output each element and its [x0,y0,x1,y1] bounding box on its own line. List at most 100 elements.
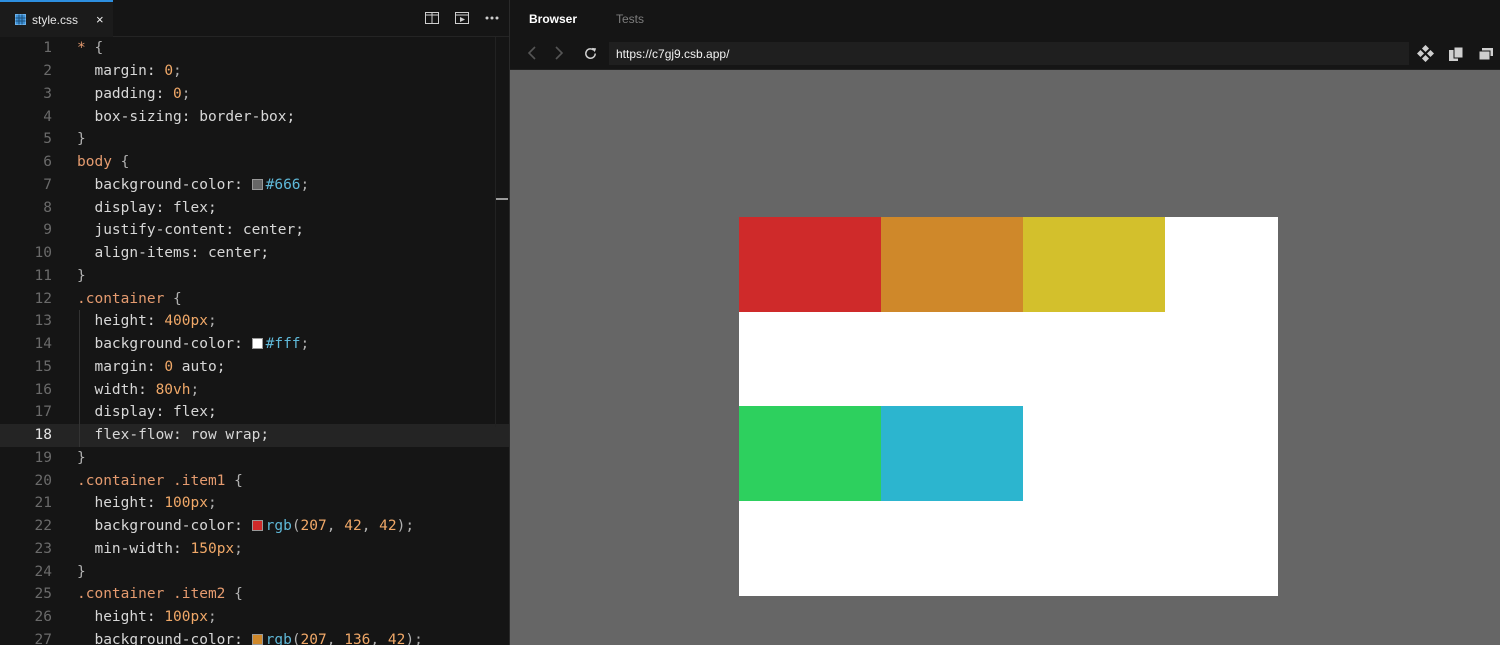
color-swatch[interactable] [251,338,263,350]
code-token: 42 [387,631,406,645]
copy-icon[interactable] [1447,45,1464,62]
code-line[interactable]: 18 flex-flow: row wrap; [0,423,509,447]
code-token: 207 [300,631,327,645]
more-icon[interactable] [483,10,501,26]
code-line[interactable]: 22 background-color: rgb(207, 42, 42); [0,515,509,538]
code-line[interactable]: 26 height: 100px; [0,606,509,629]
editor-scrollbar-marker[interactable] [496,198,508,200]
code-token: ; [181,85,191,102]
code-token: rgb [265,631,292,645]
code-token: } [77,267,86,284]
code-area[interactable]: 1 * {2 margin: 0; 3 padding: 0; 4 box-sizin… [0,37,509,645]
code-token: box-sizing: border-box; [77,108,296,125]
color-swatch[interactable] [251,633,263,645]
color-swatch[interactable] [251,520,263,532]
code-token: .container .item2 [77,586,235,603]
code-line[interactable]: 15 margin: 0 auto; [0,355,509,379]
code-line[interactable]: 3 padding: 0; [0,83,509,106]
forward-arrow-icon[interactable] [551,45,567,61]
split-view-icon[interactable] [423,10,441,26]
code-text: align-items: center; [52,245,269,261]
code-token: } [77,563,86,580]
tab-browser[interactable]: Browser [529,12,577,26]
code-line[interactable]: 13 height: 400px; [0,310,509,333]
address-bar [510,37,1500,70]
code-token: 150px [190,540,235,557]
reload-icon[interactable] [582,45,598,61]
line-number: 21 [34,495,52,512]
code-token: margin: [77,358,165,375]
code-token: 100px [164,609,208,626]
line-number: 14 [34,336,52,353]
code-token: body [77,154,121,171]
code-line[interactable]: 2 margin: 0; [0,60,509,83]
url-input[interactable] [609,42,1409,65]
code-token: #fff [265,336,301,353]
code-token: 42 [379,518,397,535]
back-arrow-icon[interactable] [524,45,540,61]
code-token: 42 [344,518,362,535]
code-token: rgb [265,518,292,535]
code-token: ; [207,609,217,626]
code-text: justify-content: center; [52,222,304,238]
code-token: } [77,131,86,148]
new-window-icon[interactable] [1477,45,1494,62]
code-token: } [77,449,86,466]
code-line[interactable]: 11} [0,265,509,288]
code-token: ; [300,336,310,353]
code-line[interactable]: 14 background-color: #fff; [0,332,509,356]
code-line[interactable]: 16 width: 80vh; [0,378,509,401]
code-line[interactable]: 24} [0,560,509,583]
indent-guide [79,355,80,379]
browser-actions [1417,45,1494,62]
code-token: 100px [164,495,208,512]
code-line[interactable]: 17 display: flex; [0,401,509,424]
code-token: padding: [77,85,174,102]
code-text: .container { [52,291,182,307]
preview-container [739,217,1278,596]
code-token: ( [291,518,301,535]
code-text: .container .item1 { [52,473,243,489]
code-line[interactable]: 21 height: 100px; [0,492,509,515]
code-line[interactable]: 7 background-color: #666; [0,174,509,197]
code-line[interactable]: 12 .container { [0,287,509,310]
devtools-icon[interactable] [1417,45,1434,62]
code-line[interactable]: 1 * { [0,37,509,60]
code-text: } [52,268,86,284]
code-text: background-color: #666; [52,177,309,193]
code-token: ; [300,176,310,193]
code-token: background-color: [77,336,252,353]
code-line[interactable]: 4 box-sizing: border-box; [0,105,509,128]
code-line[interactable]: 19} [0,447,509,470]
close-icon[interactable]: × [96,13,104,26]
code-token: { [234,586,243,603]
code-token: * [77,40,95,57]
line-number: 16 [34,381,52,398]
code-line[interactable]: 9 justify-content: center; [0,219,509,242]
color-swatch[interactable] [251,178,263,190]
code-token: { [234,472,243,489]
code-text: height: 100px; [52,495,216,512]
code-line[interactable]: 8 display: flex; [0,196,509,219]
tab-style-css[interactable]: style.css × [0,0,113,37]
code-line[interactable]: 10 align-items: center; [0,242,509,265]
code-token: 207 [300,518,327,535]
code-line[interactable]: 6 body { [0,151,509,174]
code-text: background-color: #fff; [52,336,309,352]
code-line[interactable]: 5} [0,128,509,151]
open-preview-icon[interactable] [453,10,471,26]
code-line[interactable]: 25 .container .item2 { [0,583,509,606]
tab-tests[interactable]: Tests [616,12,644,26]
line-number: 1 [43,40,52,57]
code-line[interactable]: 20 .container .item1 { [0,469,509,492]
line-number: 2 [43,63,52,80]
line-number: 23 [34,540,52,557]
code-token: , [370,631,388,645]
line-number: 25 [34,586,52,603]
code-line[interactable]: 27 background-color: rgb(207, 136, 42); [0,629,509,645]
line-number: 7 [43,176,52,193]
code-token: 0 [173,85,182,102]
code-token: , [326,518,345,535]
code-line[interactable]: 23 min-width: 150px; [0,538,509,561]
editor-scrollbar-track[interactable] [495,37,496,427]
